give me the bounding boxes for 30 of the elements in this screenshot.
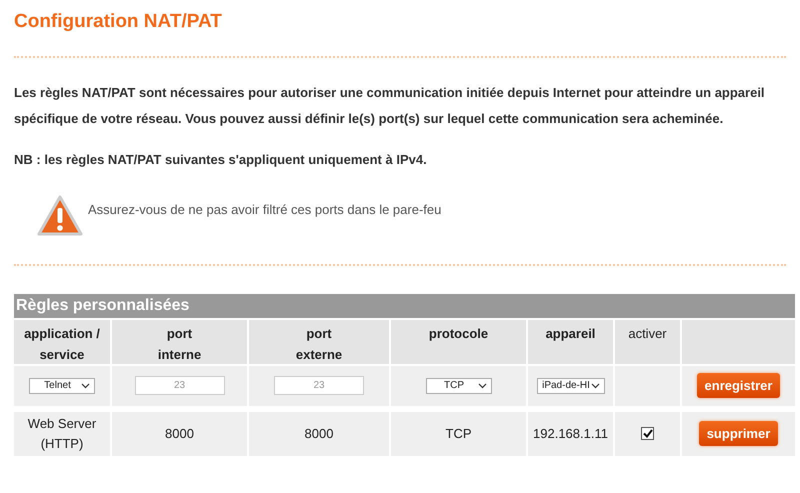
column-header: appareil xyxy=(528,320,613,364)
action-button[interactable]: supprimer xyxy=(698,420,778,446)
action-button[interactable]: enregistrer xyxy=(696,372,780,398)
protocol-select[interactable]: TCP xyxy=(426,378,492,394)
table-title: Règles personnalisées xyxy=(14,294,795,318)
page-title: Configuration NAT/PAT xyxy=(14,10,223,34)
port-text: 8000 xyxy=(165,424,194,443)
column-header: protocole xyxy=(391,320,526,364)
chevron-icon xyxy=(590,382,600,388)
column-header: port externe xyxy=(249,320,389,364)
activate-checkbox[interactable] xyxy=(641,427,654,440)
service-text: Web Server (HTTP) xyxy=(26,414,98,453)
chevron-icon xyxy=(81,382,90,388)
column-header: application / service xyxy=(14,320,110,364)
warning-icon xyxy=(36,194,84,238)
service-select[interactable]: Telnet xyxy=(29,378,95,394)
protocol-text: TCP xyxy=(446,424,472,443)
chevron-icon xyxy=(478,382,486,388)
port-field[interactable]: 23 xyxy=(274,376,364,395)
column-header: activer xyxy=(615,320,680,364)
device-select[interactable]: iPad-de-HI xyxy=(536,378,604,394)
empty-table-cell xyxy=(615,366,680,406)
column-header: port interne xyxy=(112,320,247,364)
warning-text: Assurez-vous de ne pas avoir filtré ces ports dans le pare-feu xyxy=(88,200,442,219)
device-text: 192.168.1.11 xyxy=(533,424,608,443)
description-text: Les règles NAT/PAT sont nécessaires pour autoriser une communication initiée depuis Internet pour atteindre un appareil spécifique de votre réseau. Vous pouvez aussi définir le(s) port(s) sur lequel cette communication sera acheminée. xyxy=(14,84,766,128)
port-field[interactable]: 23 xyxy=(134,376,224,395)
check-icon xyxy=(642,429,652,438)
note-text: NB : les règles NAT/PAT suivantes s'appliquent uniquement à IPv4. xyxy=(14,151,428,169)
port-text: 8000 xyxy=(304,424,334,443)
